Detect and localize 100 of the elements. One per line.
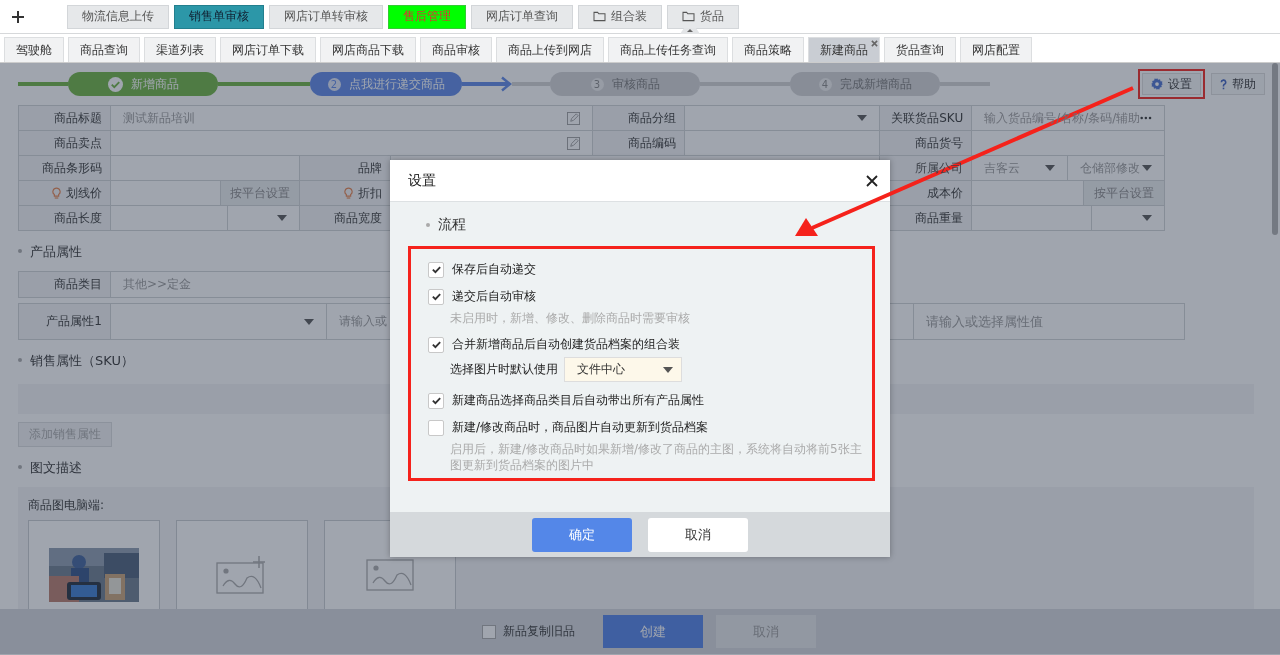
page-tab[interactable]: 商品查询	[68, 37, 140, 62]
step-number: 3	[590, 77, 604, 91]
page-tab[interactable]: 货品查询	[884, 37, 956, 62]
checkbox[interactable]	[482, 624, 496, 639]
nav-tab[interactable]: 网店订单查询	[471, 4, 573, 29]
caret-icon	[1045, 165, 1056, 171]
page-tab[interactable]: 商品上传任务查询	[608, 37, 728, 62]
tab-label: 商品上传任务查询	[620, 41, 716, 59]
tab-label: 商品审核	[432, 41, 480, 59]
dropdown[interactable]: 文件中心	[564, 357, 682, 382]
tab-label: 组合装	[611, 8, 647, 25]
edit-icon[interactable]	[567, 136, 581, 150]
text-field[interactable]	[110, 131, 594, 156]
help-icon	[1220, 78, 1227, 90]
page-tab[interactable]: 商品策略	[732, 37, 804, 62]
option-label: 合并新增商品后自动创建货品档案的组合装	[452, 336, 680, 353]
close-icon[interactable]	[866, 174, 878, 187]
page-tab[interactable]: 驾驶舱	[4, 37, 64, 62]
checkbox[interactable]	[428, 336, 444, 353]
tab-label: 货品查询	[896, 41, 944, 59]
page-tab[interactable]: 新建商品	[808, 37, 880, 62]
confirm-button[interactable]: 确定	[532, 517, 632, 552]
option-label: 选择图片时默认使用	[450, 361, 558, 378]
page-tab[interactable]: 网店配置	[960, 37, 1032, 62]
text-field[interactable]	[685, 131, 881, 156]
text-field[interactable]	[972, 131, 1165, 156]
tab-label: 网店订单下载	[232, 41, 304, 59]
checkbox-label: 新品复制旧品	[503, 623, 575, 640]
section-title: 流程	[438, 216, 466, 234]
dropdown[interactable]	[227, 206, 300, 231]
add-image-icon	[216, 556, 268, 594]
option-label: 新建商品选择商品类目后自动带出所有产品属性	[452, 392, 704, 409]
cancel-button[interactable]: 取消	[648, 517, 748, 552]
field-label: 商品编码	[593, 131, 686, 156]
bulb-icon	[51, 186, 61, 200]
checkbox[interactable]	[428, 261, 444, 278]
checkbox[interactable]	[428, 419, 444, 436]
section-title: 图文描述	[18, 459, 82, 477]
step-number: 2	[327, 77, 341, 91]
field-label: 商品货号	[880, 131, 973, 156]
section-title: 销售属性（SKU）	[18, 352, 134, 370]
field-label: 商品长度	[19, 206, 111, 231]
caret-icon	[304, 318, 314, 325]
tab-label: 网店商品下载	[332, 41, 404, 59]
nav-tab[interactable]: 组合装	[578, 4, 662, 29]
dropdown[interactable]	[1092, 206, 1165, 231]
text-field[interactable]	[110, 156, 300, 181]
step-number: 4	[818, 77, 832, 91]
text-field[interactable]	[110, 181, 221, 206]
bulb-icon	[343, 186, 353, 200]
edit-icon[interactable]	[567, 111, 581, 125]
check-icon	[430, 264, 442, 275]
option-label: 新建/修改商品时，商品图片自动更新到货品档案	[452, 419, 709, 436]
settings-button[interactable]: 设置	[1142, 73, 1201, 95]
check-circle-icon	[107, 76, 123, 92]
dialog-title: 设置	[408, 171, 436, 190]
page-tab[interactable]: 网店订单下载	[220, 37, 316, 62]
nav-tab[interactable]: 物流信息上传	[67, 4, 169, 29]
text-field[interactable]	[110, 206, 228, 231]
page-tab[interactable]: 网店商品下载	[320, 37, 416, 62]
field-label: 产品属性1	[19, 304, 111, 339]
field-label: 商品分组	[593, 106, 686, 131]
check-icon	[430, 291, 442, 302]
tab-label: 商品上传到网店	[508, 41, 592, 59]
help-button[interactable]: 帮助	[1211, 73, 1265, 95]
nav-tab[interactable]: 销售单审核	[174, 4, 264, 29]
caret-icon	[1142, 165, 1152, 171]
settings-icon	[1151, 78, 1163, 90]
field-label: 折扣	[357, 184, 382, 202]
tab-label: 新建商品	[820, 41, 868, 59]
field-label: 关联货品SKU	[880, 106, 973, 131]
checkbox[interactable]	[428, 288, 444, 305]
text-field[interactable]	[972, 206, 1093, 231]
checkbox[interactable]	[428, 392, 444, 409]
nav-tab[interactable]: 网店订单转审核	[269, 4, 383, 29]
field-label: 商品类目	[19, 272, 111, 297]
add-icon[interactable]	[12, 10, 24, 23]
field-label: 商品条形码	[19, 156, 111, 181]
page-tab[interactable]: 商品上传到网店	[496, 37, 604, 62]
image-slot[interactable]	[28, 520, 160, 609]
dropdown[interactable]	[685, 106, 881, 131]
page-tab[interactable]: 商品审核	[420, 37, 492, 62]
field-label: 商品宽度	[299, 206, 391, 231]
text-field[interactable]	[972, 181, 1085, 206]
scrollbar[interactable]	[1272, 63, 1278, 235]
tab-label: 渠道列表	[156, 41, 204, 59]
check-icon	[430, 339, 442, 350]
tab-label: 驾驶舱	[16, 41, 52, 59]
page-tab[interactable]: 渠道列表	[144, 37, 216, 62]
caret-icon	[276, 215, 287, 221]
more-icon[interactable]	[1140, 116, 1152, 120]
caret-icon	[1142, 215, 1152, 221]
section-title: 产品属性	[18, 243, 82, 261]
folder-icon	[682, 11, 695, 22]
collapse-icon[interactable]	[680, 26, 700, 34]
tab-label: 商品策略	[744, 41, 792, 59]
field-label: 商品标题	[19, 106, 111, 131]
nav-tab[interactable]: 货品	[667, 4, 739, 29]
bullet-icon	[426, 223, 430, 227]
field-label: 商品卖点	[19, 131, 111, 156]
